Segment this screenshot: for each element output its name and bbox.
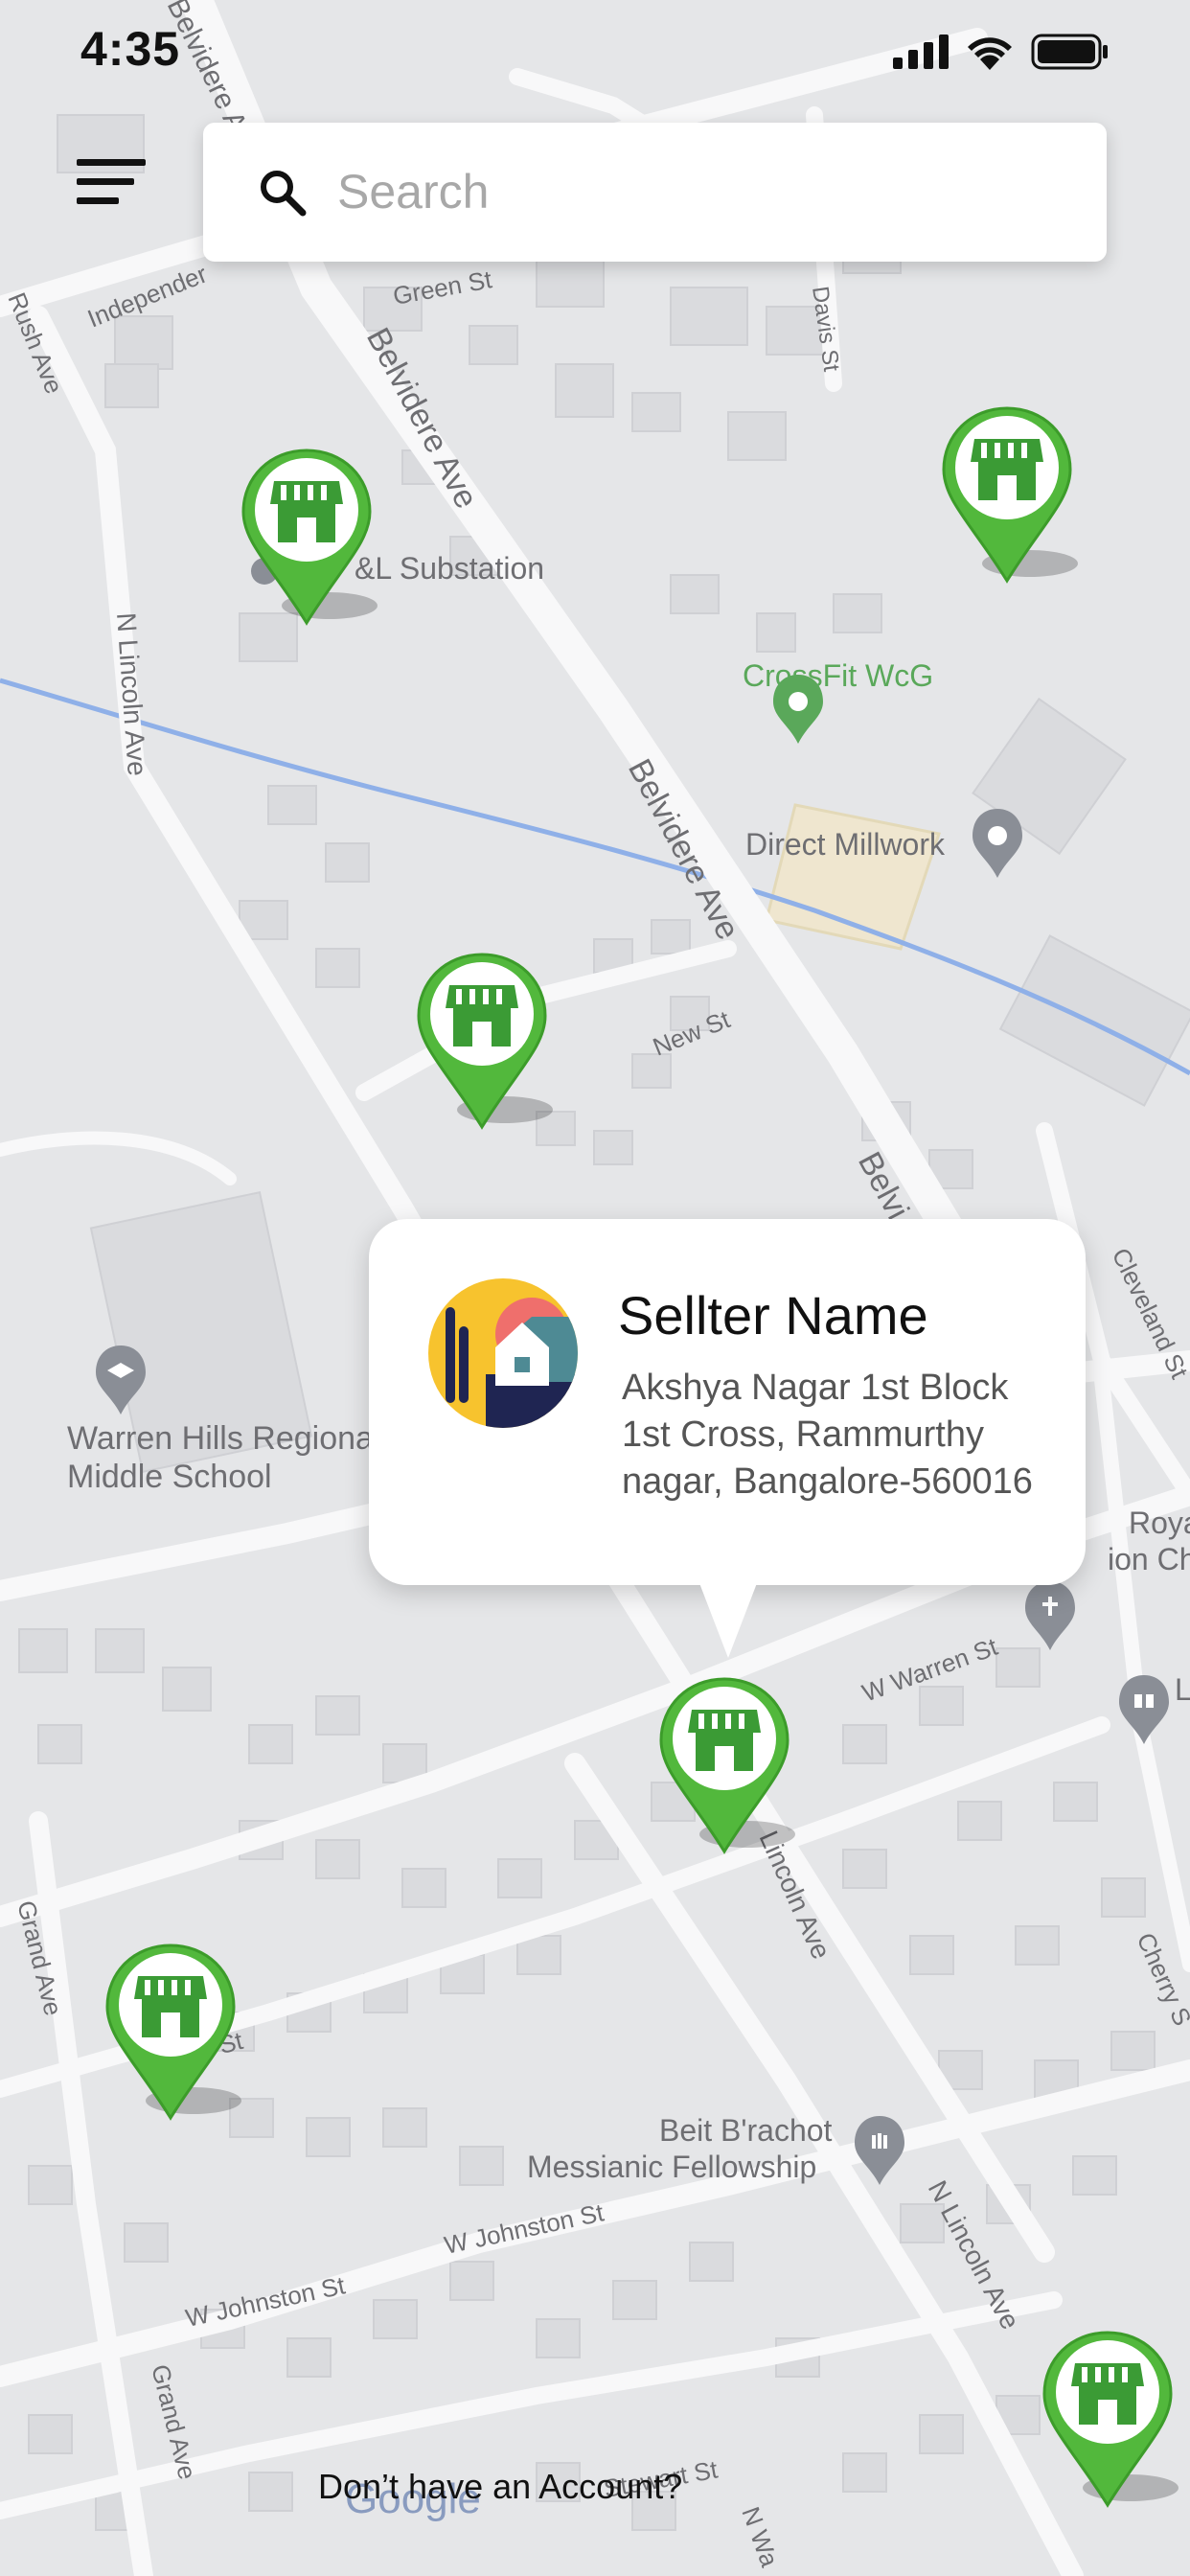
store-icon: [971, 439, 1043, 500]
store-icon: [446, 985, 518, 1046]
poi-label: ion Cha: [1108, 1542, 1190, 1576]
store-marker-3[interactable]: [405, 947, 559, 1138]
battery-icon: [1031, 34, 1108, 70]
search-input[interactable]: [337, 157, 1065, 226]
store-marker-6[interactable]: [1031, 2325, 1184, 2517]
poi-label: Middle School: [67, 1459, 272, 1495]
store-marker-2[interactable]: [930, 401, 1084, 592]
search-icon: [261, 171, 307, 217]
store-icon: [688, 1710, 761, 1771]
store-marker-1[interactable]: [230, 443, 383, 634]
seller-info-popup[interactable]: Sellter Name Akshya Nagar 1st Block 1st …: [369, 1219, 1086, 1658]
cellular-signal-icon: [893, 34, 949, 69]
poi-label: Warren Hills Regiona: [67, 1420, 374, 1457]
seller-address: Akshya Nagar 1st Block 1st Cross, Rammur…: [622, 1368, 1033, 1502]
menu-icon: [77, 178, 134, 185]
popup-pointer: [699, 1583, 757, 1658]
store-marker-4[interactable]: [648, 1671, 801, 1863]
seller-avatar: [428, 1278, 578, 1428]
seller-name: Sellter Name: [618, 1285, 928, 1346]
poi-label: Beit B'rachot: [659, 2113, 833, 2148]
menu-icon: [77, 159, 146, 166]
status-icons: [893, 33, 1110, 71]
store-icon: [134, 1976, 207, 2037]
store-icon: [270, 481, 343, 542]
menu-icon: [77, 197, 119, 204]
search-bar[interactable]: [203, 123, 1107, 262]
status-time: 4:35: [80, 22, 181, 76]
wifi-icon: [968, 37, 1012, 70]
poi-label: L: [1175, 1672, 1190, 1707]
poi-label: Messianic Fellowship: [527, 2150, 816, 2184]
no-account-link[interactable]: Don’t have an Account?: [318, 2467, 682, 2507]
store-icon: [1071, 2363, 1144, 2425]
menu-button[interactable]: [77, 159, 146, 207]
poi-label: Royal: [1129, 1506, 1190, 1540]
poi-label: Direct Millwork: [745, 827, 946, 862]
poi-label: CrossFit WcG: [743, 658, 933, 693]
store-marker-5[interactable]: [94, 1938, 247, 2129]
